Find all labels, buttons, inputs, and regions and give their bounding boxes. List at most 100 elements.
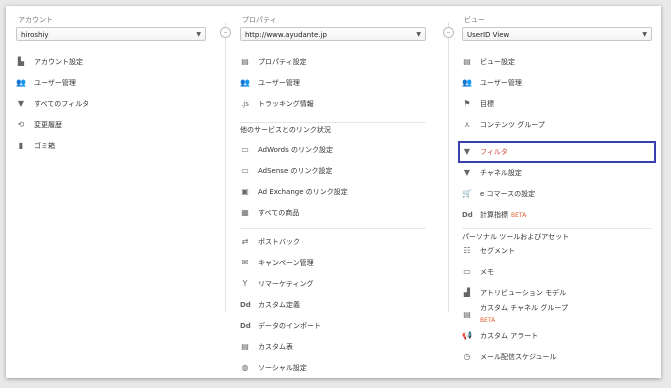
annotations-link[interactable]: ▭ メモ xyxy=(462,264,652,280)
cart-icon: 🛒 xyxy=(462,189,472,198)
custom-tables-link[interactable]: ▤ カスタム表 xyxy=(240,339,426,355)
channel-icon: ▼ xyxy=(463,168,471,177)
view-select[interactable]: UserID View ▼ xyxy=(462,27,652,41)
item-label: ユーザー管理 xyxy=(258,79,300,87)
content-grouping-link[interactable]: ⋏ コンテンツ グループ xyxy=(462,117,652,133)
campaign-management-link[interactable]: ✉ キャンペーン管理 xyxy=(240,255,426,271)
item-label: セグメント xyxy=(480,247,515,255)
item-label: 変更履歴 xyxy=(34,121,62,129)
account-select[interactable]: hiroshiy ▼ xyxy=(16,27,206,41)
divider xyxy=(240,122,426,123)
products-icon: ▦ xyxy=(241,208,249,217)
memo-icon: ▭ xyxy=(463,267,471,276)
item-label: メール配信スケジュール xyxy=(480,353,557,361)
change-history-link[interactable]: ⟲ 変更履歴 xyxy=(16,117,206,133)
data-import-link[interactable]: Dd データのインポート xyxy=(240,318,426,334)
view-user-management-link[interactable]: 👥 ユーザー管理 xyxy=(462,75,652,91)
property-settings-icon: ▤ xyxy=(241,57,249,66)
property-settings-link[interactable]: ▤ プロパティ設定 xyxy=(240,54,426,70)
personal-tools-title: パーソナル ツールおよびアセット xyxy=(462,233,570,241)
dropdown-arrow-icon: ▼ xyxy=(642,31,647,38)
collapse-icon[interactable]: – xyxy=(220,27,231,38)
item-label: ユーザー管理 xyxy=(34,79,76,87)
megaphone-icon: 📢 xyxy=(462,331,472,340)
custom-definitions-link[interactable]: Dd カスタム定義 xyxy=(240,297,426,313)
collapse-icon[interactable]: – xyxy=(443,27,454,38)
table-icon: ▤ xyxy=(241,342,249,351)
admin-panel: – – アカウント hiroshiy ▼ ▙ アカウント設定 👥 ユーザー管理 … xyxy=(6,6,661,378)
custom-alerts-link[interactable]: 📢 カスタム アラート xyxy=(462,328,652,344)
account-select-value: hiroshiy xyxy=(21,31,49,39)
channel-settings-link[interactable]: ▼ チャネル設定 xyxy=(462,165,652,181)
divider xyxy=(240,228,426,229)
item-label: カスタム アラート xyxy=(480,332,539,340)
view-filters-link[interactable]: ▼ フィルタ xyxy=(462,144,652,160)
adexchange-icon: ▣ xyxy=(241,187,249,196)
tracking-info-link[interactable]: .js トラッキング情報 xyxy=(240,96,426,112)
clock-icon: ◷ xyxy=(463,352,471,361)
postback-link[interactable]: ⇄ ポストバック xyxy=(240,234,426,250)
adexchange-link[interactable]: ▣ Ad Exchange のリンク設定 xyxy=(240,184,426,200)
property-select-value: http://www.ayudante.jp xyxy=(245,31,327,39)
item-label: すべてのフィルタ xyxy=(34,100,90,108)
item-label: ゴミ箱 xyxy=(34,142,55,150)
all-filters-link[interactable]: ▼ すべてのフィルタ xyxy=(16,96,206,112)
attribution-icon: ▟ xyxy=(463,288,471,297)
beta-badge: BETA xyxy=(511,212,527,219)
linked-services-title: 他のサービスとのリンク状況 xyxy=(240,126,331,134)
custom-channel-icon: ▤ xyxy=(463,310,471,319)
view-settings-link[interactable]: ▤ ビュー設定 xyxy=(462,54,652,70)
item-label: アカウント設定 xyxy=(34,58,83,66)
filter-icon: ▼ xyxy=(463,147,471,156)
property-select[interactable]: http://www.ayudante.jp ▼ xyxy=(240,27,426,41)
social-settings-link[interactable]: ◍ ソーシャル設定 xyxy=(240,360,426,376)
scheduled-emails-link[interactable]: ◷ メール配信スケジュール xyxy=(462,349,652,365)
item-label: カスタム チャネル グループ xyxy=(480,304,568,312)
adsense-icon: ▭ xyxy=(241,166,249,175)
calculated-metrics-link[interactable]: Dd 計算指標 BETA xyxy=(462,207,652,223)
segment-icon: ☷ xyxy=(463,246,471,255)
divider xyxy=(462,228,652,229)
adsense-link[interactable]: ▭ AdSense のリンク設定 xyxy=(240,163,426,179)
users-icon: 👥 xyxy=(240,78,250,87)
item-label: Ad Exchange のリンク設定 xyxy=(258,188,348,196)
attribution-models-link[interactable]: ▟ アトリビューション モデル xyxy=(462,285,652,301)
remarketing-icon: Y xyxy=(242,279,248,288)
item-label: ビュー設定 xyxy=(480,58,515,66)
postback-icon: ⇄ xyxy=(241,237,249,246)
item-label: データのインポート xyxy=(258,322,321,330)
item-label: カスタム定義 xyxy=(258,301,300,309)
ecommerce-settings-link[interactable]: 🛒 e コマースの設定 xyxy=(462,186,652,202)
segments-link[interactable]: ☷ セグメント xyxy=(462,243,652,259)
globe-icon: ◍ xyxy=(241,363,249,372)
property-user-management-link[interactable]: 👥 ユーザー管理 xyxy=(240,75,426,91)
item-label: AdSense のリンク設定 xyxy=(258,167,333,175)
account-header: アカウント xyxy=(18,16,53,24)
view-column: ビュー UserID View ▼ ▤ ビュー設定 👥 ユーザー管理 ⚑ 目標 … xyxy=(458,6,656,378)
column-divider xyxy=(448,22,449,312)
all-products-link[interactable]: ▦ すべての商品 xyxy=(240,205,426,221)
adwords-link[interactable]: ▭ AdWords のリンク設定 xyxy=(240,142,426,158)
flag-icon: ⚑ xyxy=(463,99,471,108)
dd-icon: Dd xyxy=(240,301,251,309)
dropdown-arrow-icon: ▼ xyxy=(416,31,421,38)
column-divider xyxy=(225,22,226,312)
item-label: 計算指標 BETA xyxy=(480,207,526,224)
goals-link[interactable]: ⚑ 目標 xyxy=(462,96,652,112)
item-label: リマーケティング xyxy=(258,280,314,288)
building-icon: ▙ xyxy=(17,57,25,66)
view-header: ビュー xyxy=(464,16,485,24)
custom-channel-grouping-link[interactable]: ▤ カスタム チャネル グループ BETA xyxy=(462,304,652,326)
property-header: プロパティ xyxy=(242,16,277,24)
users-icon: 👥 xyxy=(462,78,472,87)
item-label: コンテンツ グループ xyxy=(480,121,545,129)
campaign-icon: ✉ xyxy=(241,258,249,267)
item-label: ユーザー管理 xyxy=(480,79,522,87)
content-group-icon: ⋏ xyxy=(464,120,470,129)
account-settings-link[interactable]: ▙ アカウント設定 xyxy=(16,54,206,70)
trash-link[interactable]: ▮ ゴミ箱 xyxy=(16,138,206,154)
account-user-management-link[interactable]: 👥 ユーザー管理 xyxy=(16,75,206,91)
remarketing-link[interactable]: Y リマーケティング xyxy=(240,276,426,292)
item-label: e コマースの設定 xyxy=(480,190,536,198)
view-select-value: UserID View xyxy=(467,31,510,39)
